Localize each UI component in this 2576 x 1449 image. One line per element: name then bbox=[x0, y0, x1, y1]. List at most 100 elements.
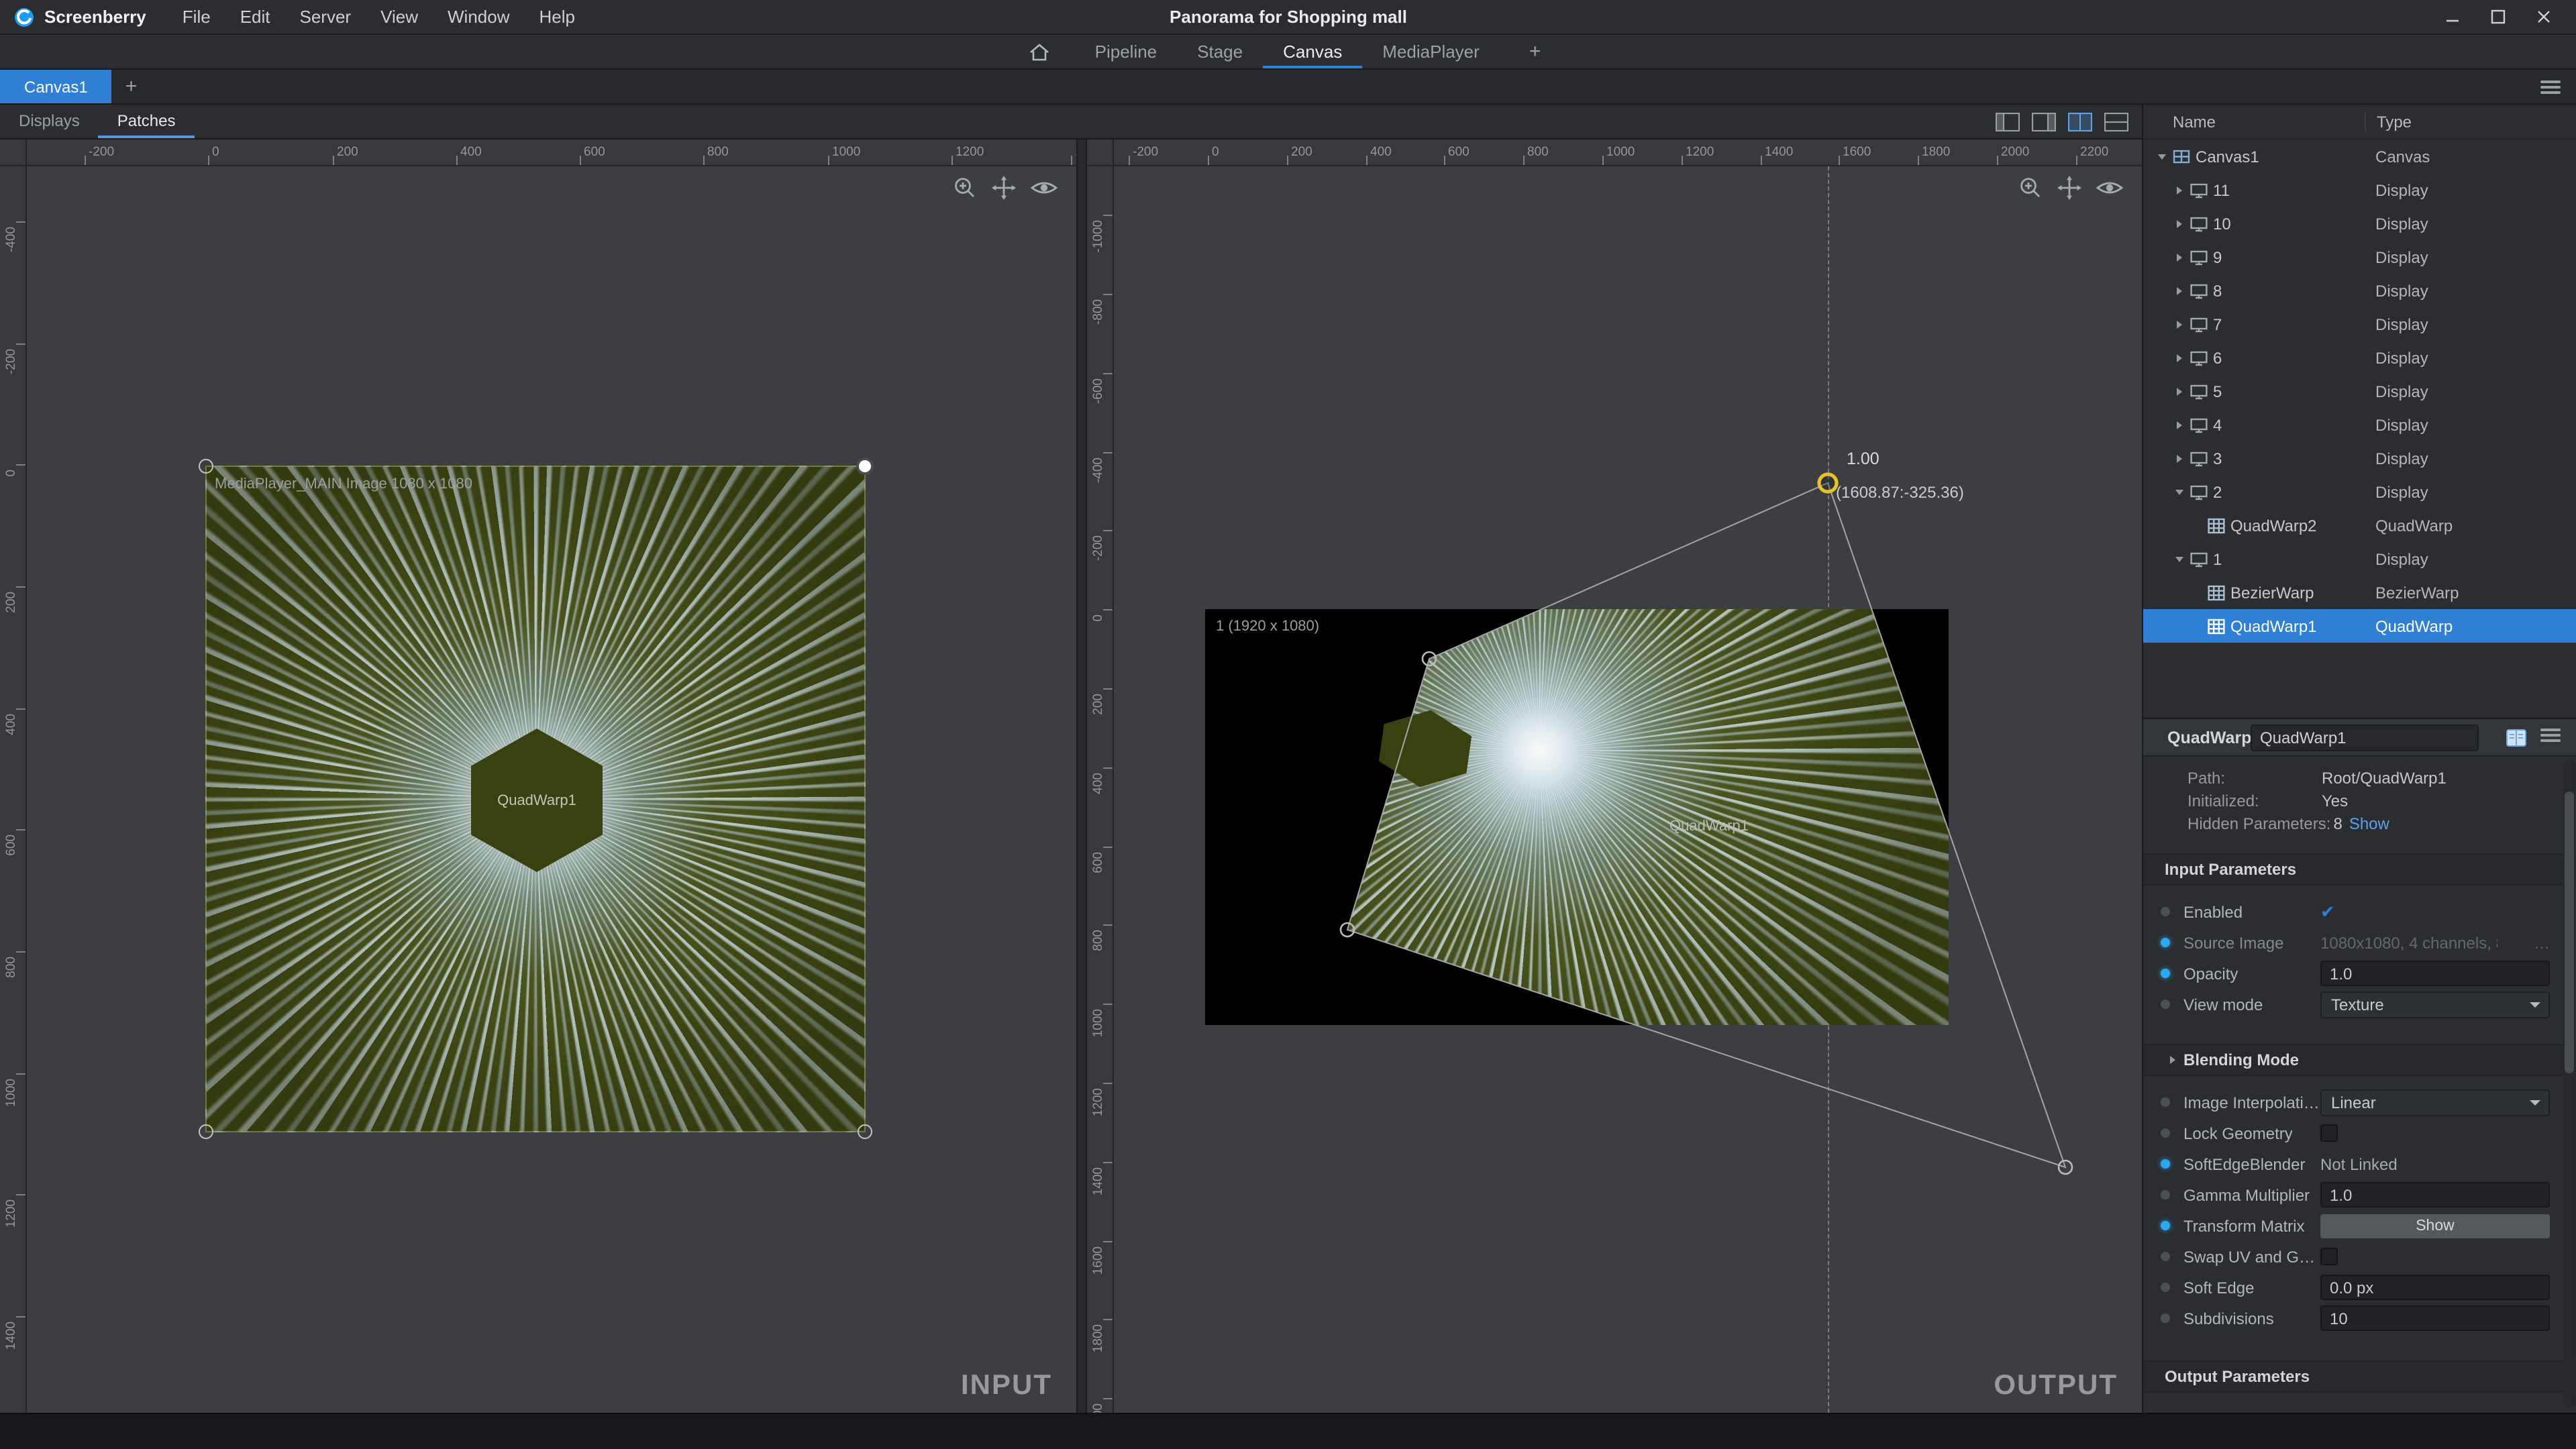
column-header-type[interactable]: Type bbox=[2365, 112, 2412, 131]
corner-handle-bottom-right[interactable] bbox=[858, 1124, 872, 1139]
source-image[interactable]: MediaPlayer_MAIN Image 1080 x 1080 QuadW… bbox=[205, 466, 866, 1132]
node-name-input[interactable] bbox=[2251, 724, 2479, 751]
subdivisions-input[interactable] bbox=[2320, 1305, 2550, 1331]
home-icon[interactable] bbox=[1028, 41, 1051, 62]
expand-arrow-icon[interactable] bbox=[2189, 517, 2205, 533]
column-header-name[interactable]: Name bbox=[2173, 112, 2216, 131]
maximize-button[interactable] bbox=[2475, 1, 2520, 33]
tree-item-type: Display bbox=[2375, 348, 2428, 367]
expand-arrow-icon[interactable] bbox=[2171, 417, 2187, 433]
tree-row[interactable]: 2 Display bbox=[2143, 475, 2576, 508]
nav-tab[interactable]: MediaPlayer bbox=[1362, 35, 1500, 68]
tree-row[interactable]: QuadWarp2 QuadWarp bbox=[2143, 508, 2576, 542]
expand-arrow-icon[interactable] bbox=[2189, 584, 2205, 600]
minimize-button[interactable] bbox=[2429, 1, 2475, 33]
ruler-label: 200 bbox=[1091, 694, 1106, 715]
add-canvas-tab-button[interactable]: + bbox=[112, 75, 151, 98]
zoom-icon[interactable] bbox=[951, 174, 978, 201]
corner-handle-top-left[interactable] bbox=[199, 459, 213, 474]
tree-item-name: 3 bbox=[2213, 449, 2222, 468]
expand-arrow-icon[interactable] bbox=[2189, 618, 2205, 634]
tree-row[interactable]: 9 Display bbox=[2143, 240, 2576, 274]
ruler-label: 200 bbox=[337, 145, 358, 160]
menu-item[interactable]: View bbox=[366, 0, 433, 34]
tree-row[interactable]: 8 Display bbox=[2143, 274, 2576, 307]
tree-row[interactable]: 7 Display bbox=[2143, 307, 2576, 341]
corner-handle-top-right-selected[interactable] bbox=[856, 458, 874, 475]
panel-menu-icon[interactable] bbox=[2540, 726, 2561, 749]
close-button[interactable] bbox=[2520, 1, 2566, 33]
layout-right-panel-icon[interactable] bbox=[2032, 112, 2056, 131]
soft-edge-input[interactable] bbox=[2320, 1275, 2550, 1300]
tree-row[interactable]: 10 Display bbox=[2143, 207, 2576, 240]
expand-arrow-icon[interactable] bbox=[2171, 316, 2187, 332]
view-tab[interactable]: Displays bbox=[0, 105, 99, 138]
expand-arrow-icon[interactable] bbox=[2171, 182, 2187, 198]
tree-row[interactable]: BezierWarp BezierWarp bbox=[2143, 576, 2576, 609]
lock-geometry-checkbox[interactable] bbox=[2320, 1124, 2338, 1142]
expand-arrow-icon[interactable] bbox=[2165, 1052, 2181, 1068]
menu-item[interactable]: Help bbox=[525, 0, 590, 34]
menu-item[interactable]: Window bbox=[433, 0, 525, 34]
output-canvas[interactable]: 1 (1920 x 1080) QuadWarp1 1.00 (1608.87:… bbox=[1087, 140, 2142, 1413]
workspace-tab[interactable]: Canvas1 bbox=[0, 70, 112, 103]
input-canvas[interactable]: MediaPlayer_MAIN Image 1080 x 1080 QuadW… bbox=[0, 140, 1076, 1413]
pan-icon[interactable] bbox=[990, 174, 1017, 201]
swap-uv-checkbox[interactable] bbox=[2320, 1248, 2338, 1265]
enabled-checkbox[interactable]: ✔ bbox=[2320, 903, 2335, 920]
menu-item[interactable]: File bbox=[168, 0, 225, 34]
manual-icon[interactable] bbox=[2506, 728, 2527, 747]
tree-row[interactable]: 6 Display bbox=[2143, 341, 2576, 374]
more-icon[interactable]: … bbox=[2534, 933, 2550, 952]
tree-row[interactable]: 3 Display bbox=[2143, 441, 2576, 475]
layout-two-columns-icon[interactable] bbox=[2068, 112, 2092, 131]
tab-menu-icon[interactable] bbox=[2540, 77, 2561, 96]
expand-arrow-icon[interactable] bbox=[2171, 450, 2187, 466]
expand-arrow-icon[interactable] bbox=[2171, 551, 2187, 567]
expand-arrow-icon[interactable] bbox=[2171, 484, 2187, 500]
expand-arrow-icon[interactable] bbox=[2154, 148, 2170, 164]
path-value: Root/QuadWarp1 bbox=[2322, 767, 2446, 790]
opacity-input[interactable] bbox=[2320, 961, 2550, 986]
viewport-splitter[interactable] bbox=[1076, 140, 1087, 1413]
quad-handle-top-right-selected[interactable] bbox=[1819, 474, 1837, 492]
visibility-icon[interactable] bbox=[1029, 174, 1059, 201]
tree-row[interactable]: 4 Display bbox=[2143, 408, 2576, 441]
tree-row[interactable]: 11 Display bbox=[2143, 173, 2576, 207]
ruler-label: -600 bbox=[1091, 378, 1106, 404]
tree-row[interactable]: Canvas1 Canvas bbox=[2143, 140, 2576, 173]
show-hidden-params-link[interactable]: Show bbox=[2349, 813, 2389, 836]
nav-tab[interactable]: Stage bbox=[1177, 35, 1263, 68]
zoom-icon[interactable] bbox=[2017, 174, 2044, 201]
transform-matrix-show-button[interactable]: Show bbox=[2320, 1214, 2550, 1238]
pan-icon[interactable] bbox=[2056, 174, 2083, 201]
view-mode-select[interactable]: Texture bbox=[2320, 991, 2550, 1018]
layout-two-rows-icon[interactable] bbox=[2104, 112, 2128, 131]
view-tab[interactable]: Patches bbox=[99, 105, 195, 138]
nav-tab[interactable]: Canvas bbox=[1263, 35, 1362, 68]
section-input-parameters[interactable]: Input Parameters bbox=[2143, 853, 2576, 885]
tree-row[interactable]: 5 Display bbox=[2143, 374, 2576, 408]
expand-arrow-icon[interactable] bbox=[2171, 282, 2187, 299]
tree-row[interactable]: 1 Display bbox=[2143, 542, 2576, 576]
scrollbar-thumb[interactable] bbox=[2565, 792, 2574, 1073]
expand-arrow-icon[interactable] bbox=[2171, 249, 2187, 265]
nav-tab[interactable]: Pipeline bbox=[1075, 35, 1178, 68]
menu-item[interactable]: Edit bbox=[225, 0, 285, 34]
section-output-parameters[interactable]: Output Parameters bbox=[2143, 1360, 2576, 1393]
expand-arrow-icon[interactable] bbox=[2171, 215, 2187, 231]
expand-arrow-icon[interactable] bbox=[2171, 350, 2187, 366]
expand-arrow-icon[interactable] bbox=[2171, 383, 2187, 399]
visibility-icon[interactable] bbox=[2095, 174, 2124, 201]
corner-handle-bottom-left[interactable] bbox=[199, 1124, 213, 1139]
layout-left-panel-icon[interactable] bbox=[1996, 112, 2020, 131]
display-icon bbox=[2190, 383, 2208, 399]
gamma-multiplier-input[interactable] bbox=[2320, 1182, 2550, 1208]
param-led bbox=[2161, 1159, 2170, 1169]
properties-scrollbar[interactable] bbox=[2563, 759, 2575, 1407]
section-blending-mode[interactable]: Blending Mode bbox=[2143, 1044, 2576, 1076]
add-view-button[interactable]: + bbox=[1521, 40, 1549, 63]
menu-item[interactable]: Server bbox=[285, 0, 366, 34]
tree-row[interactable]: QuadWarp1 QuadWarp bbox=[2143, 609, 2576, 643]
image-interpolation-select[interactable]: Linear bbox=[2320, 1089, 2550, 1116]
